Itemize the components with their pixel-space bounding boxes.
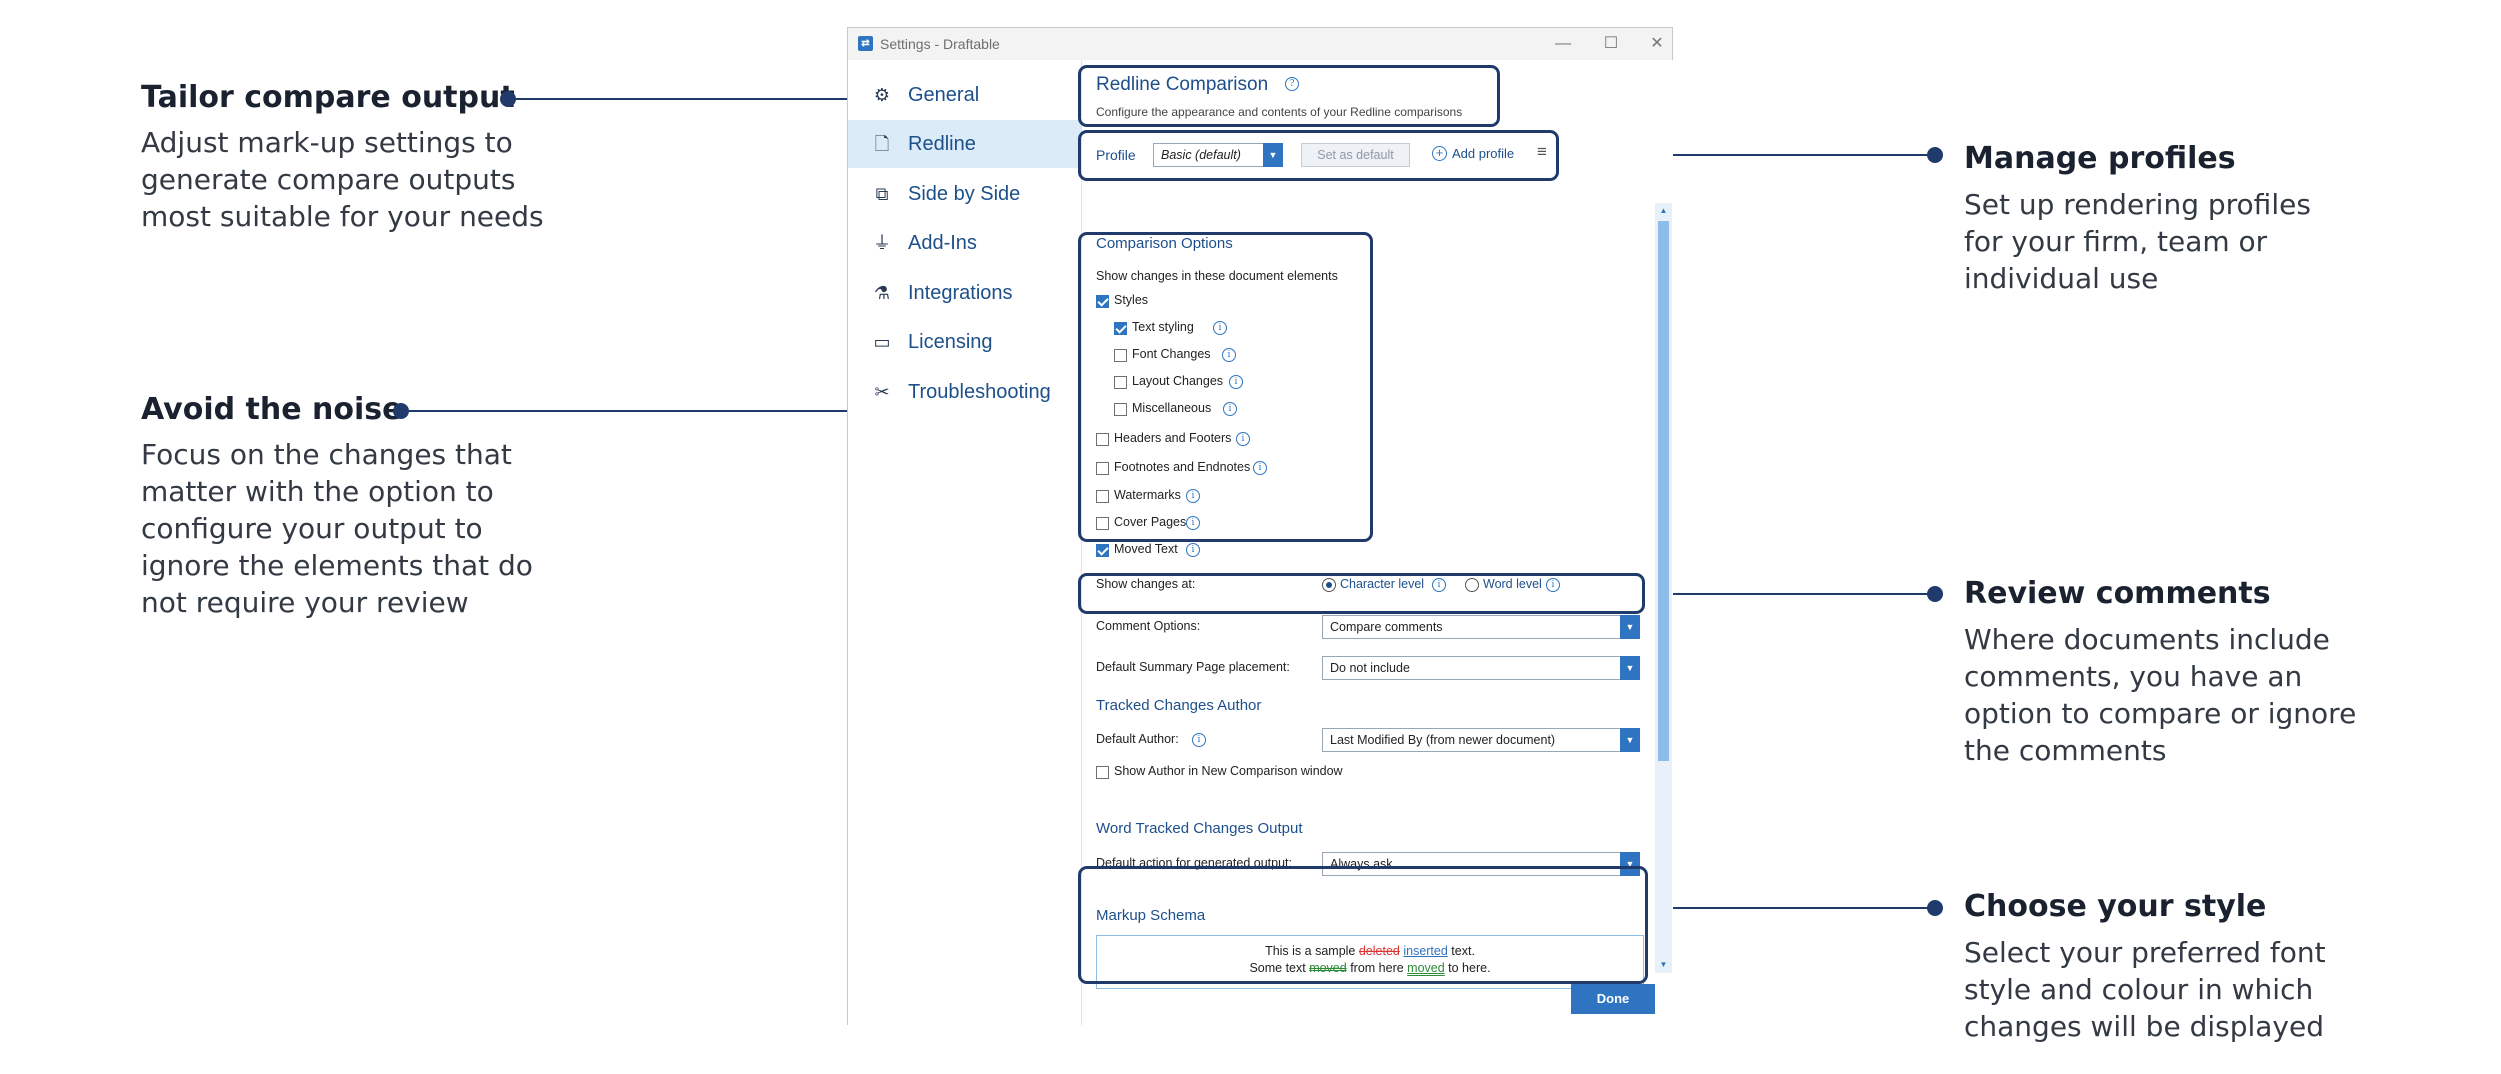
info-icon[interactable]: i [1192,733,1206,747]
section-heading-tracked-author: Tracked Changes Author [1096,697,1262,714]
callout-line: generate compare outputs [141,163,516,196]
callout-line: changes will be displayed [1964,1010,2324,1043]
highlight-markup-schema [1078,866,1648,984]
callout-connector [1645,593,1939,595]
callout-title-profiles: Manage profiles [1964,141,2236,176]
callout-title-noise: Avoid the noise [141,392,403,427]
info-icon[interactable]: i [1186,543,1200,557]
comment-options-value: Compare comments [1330,620,1443,634]
integrations-icon: ⚗ [873,283,891,303]
sidebar-item-integrations[interactable]: ⚗ Integrations [848,269,1081,317]
chevron-down-icon: ▼ [1620,656,1640,680]
sidebar-item-label: Redline [908,133,976,155]
sidebar-item-label: Side by Side [908,183,1021,205]
settings-sidebar: ⚙ General 🗋 Redline ⧉ Side by Side ⏚ Add… [848,60,1081,1025]
callout-line: configure your output to [141,512,483,545]
callout-dot [1927,900,1943,916]
gear-icon: ⚙ [873,85,891,105]
done-button[interactable]: Done [1571,984,1655,1014]
callout-line: Set up rendering profiles [1964,188,2311,221]
sidebar-item-label: General [908,84,980,106]
callout-line: the comments [1964,734,2167,767]
callout-line: Select your preferred font [1964,936,2326,969]
section-heading-word-output: Word Tracked Changes Output [1096,820,1303,837]
show-author-checkbox-label: Show Author in New Comparison window [1114,764,1343,778]
scrollbar-thumb[interactable] [1658,221,1669,761]
sidebar-item-redline[interactable]: 🗋 Redline [848,120,1081,168]
callout-dot [1927,586,1943,602]
callout-desc-style: Select your preferred font style and col… [1964,934,2326,1045]
window-title: Settings - Draftable [880,36,1000,52]
sidebar-item-label: Integrations [908,282,1013,304]
comment-options-select[interactable]: Compare comments ▼ [1322,615,1640,639]
callout-line: Adjust mark-up settings to [141,126,513,159]
pages-icon: ⧉ [875,184,889,204]
summary-page-select[interactable]: Do not include ▼ [1322,656,1640,680]
highlight-document-elements [1078,232,1373,542]
callout-line: most suitable for your needs [141,200,544,233]
comment-options-label: Comment Options: [1096,619,1201,633]
scroll-up-icon[interactable]: ▲ [1655,203,1672,219]
sidebar-item-troubleshooting[interactable]: ✂ Troubleshooting [848,368,1081,416]
callout-desc-profiles: Set up rendering profiles for your firm,… [1964,186,2311,297]
show-author-checkbox[interactable] [1096,766,1109,779]
sidebar-item-add-ins[interactable]: ⏚ Add-Ins [848,219,1081,267]
title-bar: ⇄ Settings - Draftable — ☐ ✕ [848,28,1672,60]
callout-desc-noise: Focus on the changes that matter with th… [141,436,533,621]
callout-line: for your firm, team or [1964,225,2268,258]
close-button[interactable]: ✕ [1642,31,1672,57]
callout-connector [1648,907,1939,909]
highlight-comment-options [1078,573,1645,614]
sidebar-item-licensing[interactable]: ▭ Licensing [848,318,1081,366]
sidebar-item-label: Licensing [908,331,993,353]
callout-title-tailor: Tailor compare output [141,80,515,115]
tools-icon: ✂ [874,382,890,402]
highlight-profile-row [1078,130,1559,181]
callout-title-comments: Review comments [1964,576,2271,611]
sidebar-item-label: Troubleshooting [908,381,1051,403]
callout-dot [1927,147,1943,163]
default-author-label: Default Author: [1096,732,1179,746]
maximize-button[interactable]: ☐ [1596,31,1626,57]
callout-line: matter with the option to [141,475,494,508]
callout-line: comments, you have an [1964,660,2303,693]
card-icon: ▭ [873,332,891,352]
minimize-button[interactable]: — [1548,31,1578,57]
callout-line: individual use [1964,262,2159,295]
sidebar-item-side-by-side[interactable]: ⧉ Side by Side [848,170,1081,218]
plug-icon: ⏚ [873,233,891,253]
summary-page-value: Do not include [1330,661,1410,675]
scroll-down-icon[interactable]: ▼ [1655,957,1672,973]
callout-line: option to compare or ignore [1964,697,2357,730]
callout-line: Focus on the changes that [141,438,512,471]
sidebar-item-label: Add-Ins [908,232,977,254]
callout-title-style: Choose your style [1964,889,2267,924]
callout-line: ignore the elements that do [141,549,533,582]
chevron-down-icon: ▼ [1620,728,1640,752]
highlight-redline-header [1078,65,1500,127]
callout-line: not require your review [141,586,469,619]
default-author-select[interactable]: Last Modified By (from newer document) ▼ [1322,728,1640,752]
callout-line: style and colour in which [1964,973,2314,1006]
default-author-value: Last Modified By (from newer document) [1330,733,1556,747]
chevron-down-icon: ▼ [1620,615,1640,639]
callout-desc-comments: Where documents include comments, you ha… [1964,621,2356,769]
sidebar-item-general[interactable]: ⚙ General [848,71,1081,119]
panel-scrollbar[interactable]: ▲ ▼ [1655,203,1672,973]
document-icon: 🗋 [874,134,890,154]
callout-line: Where documents include [1964,623,2330,656]
app-logo-icon: ⇄ [858,36,873,51]
moved-text-checkbox-label: Moved Text [1114,542,1178,556]
callout-desc-tailor: Adjust mark-up settings to generate comp… [141,124,544,235]
summary-page-label: Default Summary Page placement: [1096,660,1290,674]
moved-text-checkbox[interactable] [1096,544,1109,557]
